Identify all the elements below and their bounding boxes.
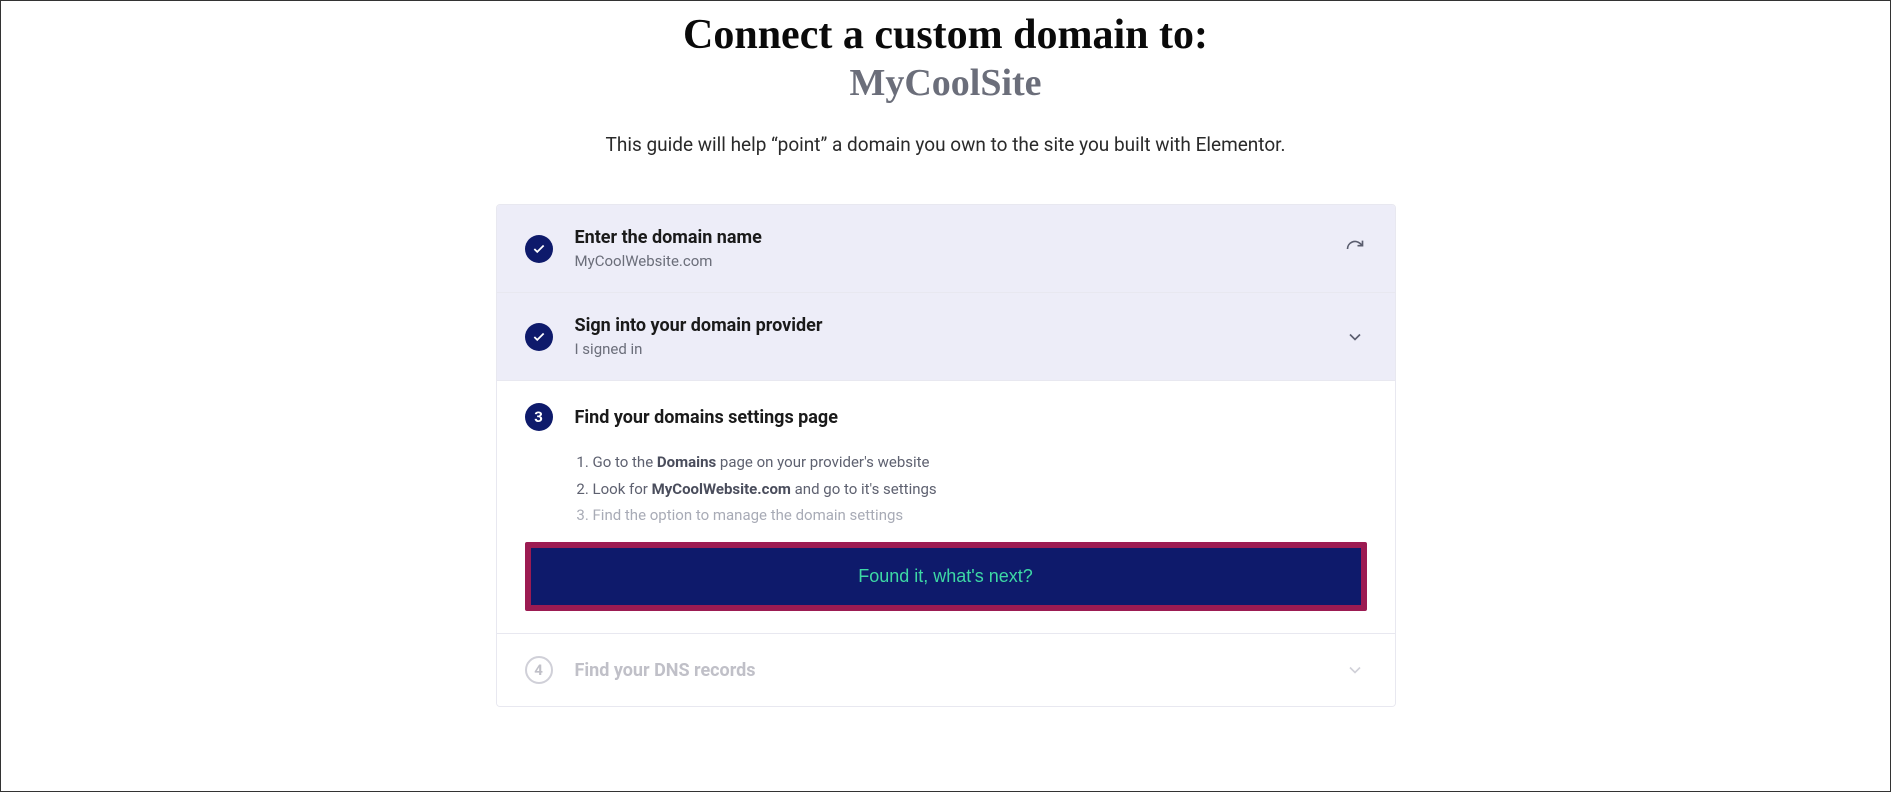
step-value: I signed in: [575, 340, 1343, 358]
instruction-item: Find the option to manage the domain set…: [593, 502, 1367, 528]
instruction-item: Look for MyCoolWebsite.com and go to it'…: [593, 476, 1367, 502]
step-find-dns: 4 Find your DNS records: [497, 634, 1395, 706]
refresh-icon[interactable]: [1343, 237, 1367, 261]
check-icon: [525, 235, 553, 263]
instruction-item: Go to the Domains page on your provider'…: [593, 449, 1367, 475]
step-title: Find your domains settings page: [575, 407, 1367, 428]
page-title: Connect a custom domain to:: [683, 11, 1208, 59]
step-title: Enter the domain name: [575, 227, 1343, 248]
found-it-button[interactable]: Found it, what's next?: [531, 548, 1361, 605]
step-text: Sign into your domain provider I signed …: [575, 315, 1343, 358]
step-sign-in-provider[interactable]: Sign into your domain provider I signed …: [497, 293, 1395, 381]
step-body: Go to the Domains page on your provider'…: [525, 431, 1367, 528]
step-value: MyCoolWebsite.com: [575, 252, 1343, 270]
step-header: 3 Find your domains settings page: [525, 403, 1367, 431]
step-enter-domain[interactable]: Enter the domain name MyCoolWebsite.com: [497, 205, 1395, 293]
step-title: Find your DNS records: [575, 660, 1343, 681]
step-title: Sign into your domain provider: [575, 315, 1343, 336]
check-icon: [525, 323, 553, 351]
chevron-down-icon[interactable]: [1343, 325, 1367, 349]
steps-panel: Enter the domain name MyCoolWebsite.com …: [496, 204, 1396, 707]
chevron-down-icon: [1343, 658, 1367, 682]
step-text: Enter the domain name MyCoolWebsite.com: [575, 227, 1343, 270]
page-container: Connect a custom domain to: MyCoolSite T…: [496, 11, 1396, 791]
site-name: MyCoolSite: [849, 61, 1041, 105]
step-number-badge: 4: [525, 656, 553, 684]
step-text: Find your DNS records: [575, 660, 1343, 681]
cta-highlight: Found it, what's next?: [525, 542, 1367, 611]
page-subtitle: This guide will help “point” a domain yo…: [606, 133, 1286, 156]
step-find-settings: 3 Find your domains settings page Go to …: [497, 381, 1395, 634]
step-number-badge: 3: [525, 403, 553, 431]
step-text: Find your domains settings page: [575, 407, 1367, 428]
